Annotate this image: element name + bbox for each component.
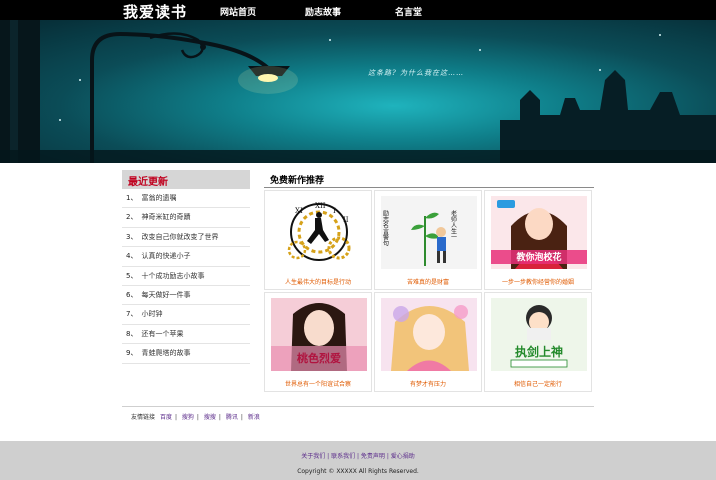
book-cover[interactable]: 桃色烈爱: [271, 298, 367, 371]
item-number: 3、: [126, 232, 138, 241]
list-item-link[interactable]: 小时钟: [141, 310, 162, 318]
book-cover[interactable]: [381, 298, 477, 371]
item-number: 8、: [126, 329, 138, 338]
footer-copyright: Copyright © XXXXX All Rights Reserved.: [297, 468, 419, 475]
book-cover-title: 执剑上神: [515, 344, 563, 359]
book-caption[interactable]: 苦难真的是财富: [375, 277, 481, 286]
list-item: 5、 十个成功励志小故事: [122, 267, 250, 286]
book-card[interactable]: 执剑上神 相信自己一定能行: [484, 292, 592, 392]
svg-text:I: I: [333, 207, 336, 215]
friend-link-soso[interactable]: 搜搜: [204, 414, 216, 421]
svg-text:II: II: [343, 216, 349, 224]
list-item-link[interactable]: 富翁的遗嘱: [141, 194, 176, 202]
book-cover[interactable]: 教你泡校花: [491, 196, 587, 269]
list-item: 1、 富翁的遗嘱: [122, 189, 250, 209]
list-item: 8、 还有一个苹果: [122, 325, 250, 345]
book-cover[interactable]: 执剑上神: [491, 298, 587, 371]
list-item: 9、 青蛙爬塔的故事: [122, 344, 250, 364]
nav-home[interactable]: 网站首页: [220, 5, 256, 18]
site-logo[interactable]: 我爱读书: [123, 1, 187, 22]
book-caption[interactable]: 一步一步教你经营你的婚姻: [485, 277, 591, 286]
nav-stories[interactable]: 励志故事: [305, 5, 341, 18]
list-item-link[interactable]: 每天做好一件事: [141, 291, 190, 299]
book-card[interactable]: 教你泡校花 一步一步教你经营你的婚姻: [484, 190, 592, 290]
item-number: 5、: [126, 271, 138, 280]
list-item-link[interactable]: 还有一个苹果: [141, 330, 183, 338]
book-card[interactable]: 励志名言警句 老师人生一 苦难真的是财富: [374, 190, 482, 290]
friend-links-bar: 友情链接 百度 | 搜狗 | 搜搜 | 腾讯 | 新浪: [122, 406, 594, 423]
list-item: 6、 每天做好一件事: [122, 286, 250, 306]
recent-updates-list: 1、 富翁的遗嘱 2、 神奇米缸的奇蹟 3、 改变自己你就改变了世界 4、 认真的快递小…: [122, 189, 250, 364]
item-number: 1、: [126, 194, 138, 202]
item-number: 6、: [126, 290, 138, 299]
list-item-link[interactable]: 改变自己你就改变了世界: [141, 233, 218, 241]
nav-quotes[interactable]: 名言堂: [395, 5, 422, 18]
book-cover[interactable]: 励志名言警句 老师人生一: [381, 196, 477, 269]
friend-links-label: 友情链接: [131, 414, 156, 421]
svg-text:XI: XI: [295, 207, 303, 215]
friend-link-sina[interactable]: 新浪: [248, 414, 260, 421]
list-item: 3、 改变自己你就改变了世界: [122, 228, 250, 248]
svg-text:老师人生一: 老师人生一: [450, 209, 457, 240]
friend-link-sogou[interactable]: 搜狗: [182, 414, 194, 421]
street-lamp-illustration: [0, 20, 716, 163]
book-caption[interactable]: 世界总有一个阳谊试合察: [265, 379, 371, 388]
top-nav-bar: 我爱读书 网站首页 励志故事 名言堂: [0, 0, 716, 22]
page-footer: 关于我们 | 联系我们 | 免责声明 | 爱心捐助 Copyright © XX…: [0, 441, 716, 480]
book-caption[interactable]: 人生最伟大的目标是行动: [265, 277, 371, 286]
book-cover-title: 励志名言警句: [382, 209, 389, 247]
banner-caption: 这条路? 为什么我在这……: [368, 69, 464, 77]
hero-banner: 这条路? 为什么我在这……: [0, 20, 716, 163]
link-separator: |: [174, 414, 177, 421]
book-cover-title: 桃色烈爱: [297, 351, 341, 365]
link-separator: |: [196, 414, 199, 421]
item-number: 9、: [126, 349, 138, 358]
item-number: 7、: [126, 310, 138, 319]
book-card[interactable]: 有梦才有压力: [374, 292, 482, 392]
list-item-link[interactable]: 十个成功励志小故事: [141, 272, 204, 280]
book-cover[interactable]: XI XII I II: [271, 196, 367, 269]
footer-links[interactable]: 关于我们 | 联系我们 | 免责声明 | 爱心捐助: [0, 451, 716, 460]
recent-updates-panel: 最近更新 1、 富翁的遗嘱 2、 神奇米缸的奇蹟 3、 改变自己你就改变了世界 4、认…: [122, 170, 250, 364]
list-item: 4、 认真的快递小子: [122, 247, 250, 267]
free-books-panel: 免费新作推荐 XI XII I II 人生最伟大的目标是行动 励志名言警句 老师…: [264, 170, 594, 392]
list-item-link[interactable]: 神奇米缸的奇蹟: [141, 213, 190, 221]
list-item-link[interactable]: 认真的快递小子: [141, 252, 190, 260]
link-separator: |: [218, 414, 221, 421]
book-card[interactable]: XI XII I II 人生最伟大的目标是行动: [264, 190, 372, 290]
item-number: 4、: [126, 252, 138, 261]
link-separator: |: [240, 414, 243, 421]
free-books-title: 免费新作推荐: [264, 170, 594, 188]
list-item: 2、 神奇米缸的奇蹟: [122, 208, 250, 228]
book-caption[interactable]: 相信自己一定能行: [485, 379, 591, 388]
book-cover-title: 教你泡校花: [515, 251, 561, 263]
recent-updates-title: 最近更新: [122, 170, 250, 189]
friend-link-tencent[interactable]: 腾讯: [226, 414, 238, 421]
book-card[interactable]: 桃色烈爱 世界总有一个阳谊试合察: [264, 292, 372, 392]
book-caption[interactable]: 有梦才有压力: [375, 379, 481, 388]
svg-text:XII: XII: [315, 202, 326, 210]
friend-link-baidu[interactable]: 百度: [160, 414, 172, 421]
list-item: 7、 小时钟: [122, 305, 250, 325]
item-number: 2、: [126, 213, 138, 222]
list-item-link[interactable]: 青蛙爬塔的故事: [141, 349, 190, 357]
